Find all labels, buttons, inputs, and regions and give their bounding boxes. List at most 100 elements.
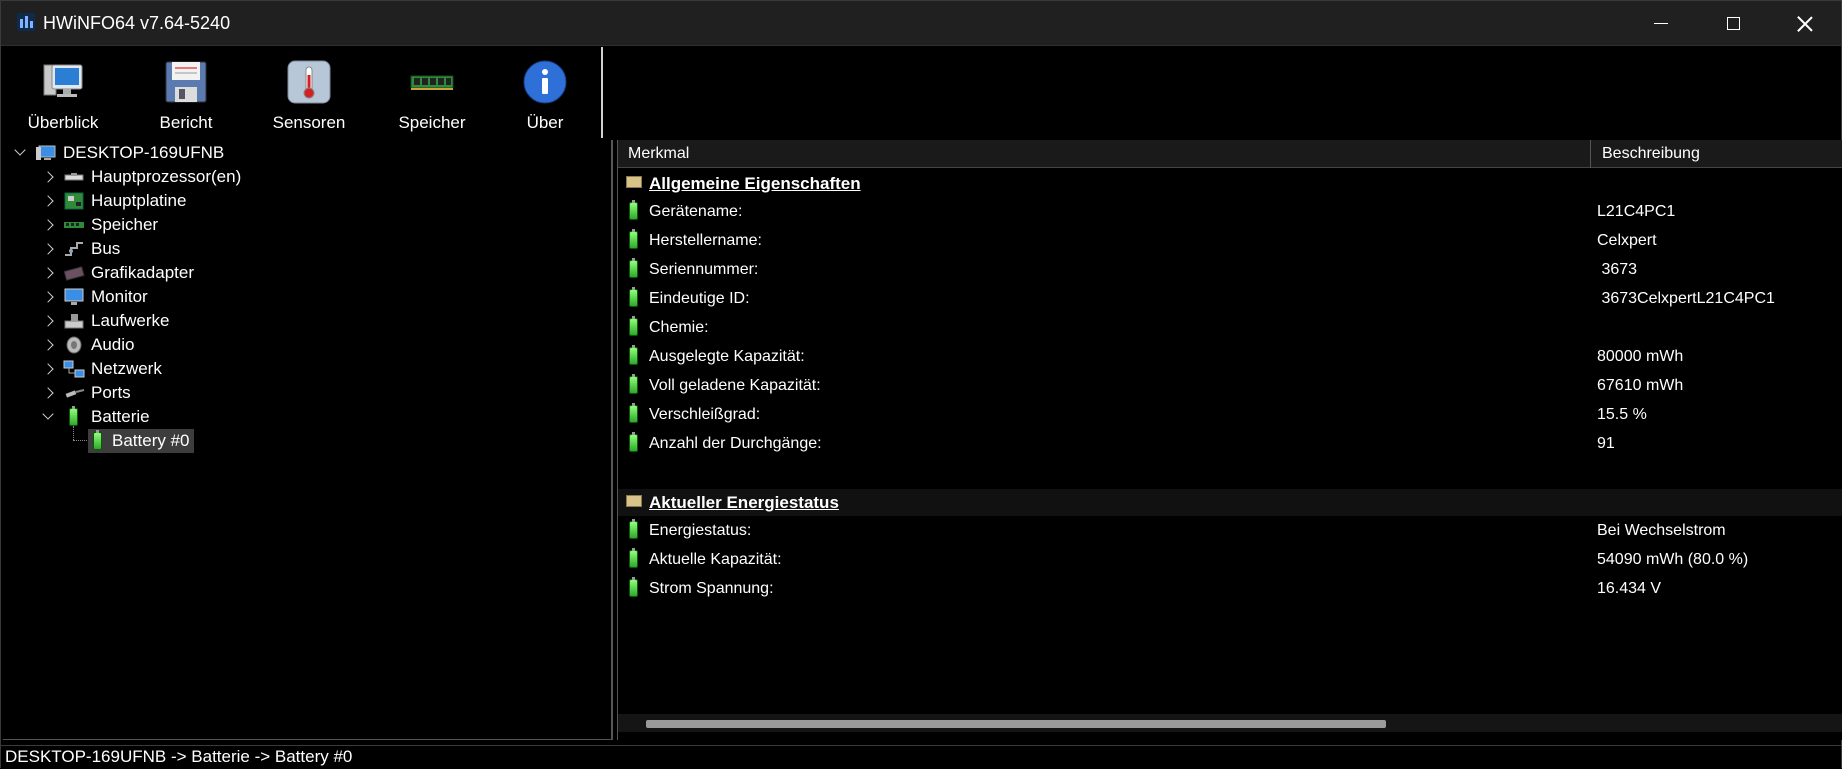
table-row[interactable]: Seriennummer: 3673: [618, 257, 1842, 282]
close-button[interactable]: [1769, 1, 1841, 46]
tree-item-cpu[interactable]: Hauptprozessor(en): [41, 165, 241, 189]
tree-root-label: DESKTOP-169UFNB: [63, 143, 225, 162]
table-row[interactable]: Aktuelle Kapazität: 54090 mWh (80.0 %): [618, 547, 1842, 572]
tree-item-graphics[interactable]: Grafikadapter: [41, 261, 194, 285]
thermometer-icon: [287, 60, 331, 104]
memory-module-icon: [64, 222, 84, 228]
tree-item-bus[interactable]: Bus: [41, 237, 120, 261]
horizontal-scrollbar[interactable]: [618, 714, 1842, 732]
table-row[interactable]: Anzahl der Durchgänge: 91: [618, 431, 1842, 456]
tree-item-label: Audio: [91, 335, 135, 354]
row-label: Verschleißgrad:: [649, 406, 761, 423]
expand-caret-icon[interactable]: [41, 266, 55, 280]
expand-caret-icon[interactable]: [13, 146, 27, 160]
toolbar-sensors-button[interactable]: Sensoren: [249, 47, 369, 138]
folder-icon: [626, 176, 642, 188]
row-label: Seriennummer:: [649, 261, 759, 278]
table-row[interactable]: Strom Spannung: 16.434 V: [618, 576, 1842, 601]
column-header-description[interactable]: Beschreibung: [1602, 145, 1700, 163]
expand-caret-icon[interactable]: [41, 218, 55, 232]
app-window: HWiNFO64 v7.64-5240 Überblick Bericht Se…: [0, 0, 1842, 769]
section-title: Aktueller Energiestatus: [649, 493, 839, 512]
tree-item-label: Netzwerk: [91, 359, 162, 378]
tree-item-motherboard[interactable]: Hauptplatine: [41, 189, 186, 213]
tree-item-ports[interactable]: Ports: [41, 381, 131, 405]
battery-icon: [629, 287, 638, 307]
details-panel: Merkmal Beschreibung Allgemeine Eigensch…: [617, 140, 1842, 740]
expand-caret-icon[interactable]: [41, 194, 55, 208]
row-value: 67610 mWh: [1597, 377, 1684, 394]
battery-icon: [90, 430, 106, 450]
section-header-general: Allgemeine Eigenschaften: [618, 170, 1842, 195]
tree-root[interactable]: DESKTOP-169UFNB: [13, 141, 224, 165]
computer-monitor-icon: [43, 64, 83, 97]
minimize-button[interactable]: [1625, 1, 1697, 46]
bus-icon: [65, 242, 83, 256]
row-value: 3673: [1597, 261, 1638, 278]
table-row[interactable]: Ausgelegte Kapazität: 80000 mWh: [618, 344, 1842, 369]
battery-icon: [629, 316, 638, 336]
toolbar-about-button[interactable]: Über: [485, 47, 605, 138]
toolbar-report-button[interactable]: Bericht: [126, 47, 246, 138]
status-bar: DESKTOP-169UFNB -> Batterie -> Battery #…: [1, 745, 1841, 769]
toolbar-label: Über: [526, 113, 564, 132]
maximize-button[interactable]: [1697, 1, 1769, 46]
tree-item-memory[interactable]: Speicher: [41, 213, 158, 237]
toolbar-label: Speicher: [398, 113, 466, 132]
column-header-feature[interactable]: Merkmal: [628, 145, 689, 163]
hwinfo-app-icon: [17, 13, 35, 31]
tree-item-audio[interactable]: Audio: [41, 333, 134, 357]
toolbar-overview-button[interactable]: Überblick: [3, 47, 123, 138]
toolbar-memory-button[interactable]: Speicher: [372, 47, 492, 138]
expand-caret-icon[interactable]: [41, 242, 55, 256]
battery-icon: [63, 406, 85, 426]
expand-caret-icon[interactable]: [41, 290, 55, 304]
expand-caret-icon[interactable]: [41, 314, 55, 328]
battery-icon: [629, 403, 638, 423]
expand-caret-icon[interactable]: [41, 170, 55, 184]
tree-item-label: Grafikadapter: [91, 263, 194, 282]
table-row[interactable]: Energiestatus: Bei Wechselstrom: [618, 518, 1842, 543]
row-value: 3673CelxpertL21C4PC1: [1597, 290, 1775, 307]
battery-icon: [629, 519, 638, 539]
table-row[interactable]: Voll geladene Kapazität: 67610 mWh: [618, 373, 1842, 398]
row-label: Eindeutige ID:: [649, 290, 750, 307]
tree-item-label: Laufwerke: [91, 311, 170, 330]
row-label: Voll geladene Kapazität:: [649, 377, 821, 394]
expand-caret-icon[interactable]: [41, 338, 55, 352]
row-label: Herstellername:: [649, 232, 762, 249]
expand-caret-icon[interactable]: [41, 362, 55, 376]
floppy-disk-icon: [165, 61, 207, 103]
memory-module-icon: [410, 75, 454, 90]
toolbar-label: Sensoren: [272, 113, 346, 132]
row-value: 80000 mWh: [1597, 348, 1684, 365]
table-row[interactable]: Gerätename: L21C4PC1: [618, 199, 1842, 224]
tree-item-battery[interactable]: Batterie: [41, 405, 150, 429]
motherboard-icon: [64, 192, 84, 210]
section-header-power: Aktueller Energiestatus: [618, 489, 1842, 516]
title-bar: HWiNFO64 v7.64-5240: [1, 1, 1841, 46]
battery-icon: [629, 374, 638, 394]
scrollbar-thumb[interactable]: [646, 720, 1386, 728]
row-value: 54090 mWh (80.0 %): [1597, 551, 1749, 568]
table-row[interactable]: Herstellername: Celxpert: [618, 228, 1842, 253]
row-value: 16.434 V: [1597, 580, 1662, 597]
tree-item-battery-0[interactable]: Battery #0: [88, 429, 194, 453]
column-divider[interactable]: [1590, 140, 1591, 168]
collapse-caret-icon[interactable]: [41, 410, 55, 424]
tree-item-label: Hauptprozessor(en): [91, 167, 242, 186]
table-row[interactable]: Verschleißgrad: 15.5 %: [618, 402, 1842, 427]
row-label: Gerätename:: [649, 203, 743, 220]
row-value: Celxpert: [1597, 232, 1657, 249]
toolbar-label: Überblick: [27, 113, 99, 132]
tree-item-network[interactable]: Netzwerk: [41, 357, 162, 381]
table-row[interactable]: Chemie:: [618, 315, 1842, 340]
expand-caret-icon[interactable]: [41, 386, 55, 400]
tree-item-drives[interactable]: Laufwerke: [41, 309, 169, 333]
tree-item-monitor[interactable]: Monitor: [41, 285, 148, 309]
monitor-icon: [64, 288, 84, 305]
window-title: HWiNFO64 v7.64-5240: [43, 13, 231, 33]
table-row[interactable]: Eindeutige ID: 3673CelxpertL21C4PC1: [618, 286, 1842, 311]
section-title: Allgemeine Eigenschaften: [649, 174, 861, 193]
speaker-icon: [66, 336, 82, 354]
